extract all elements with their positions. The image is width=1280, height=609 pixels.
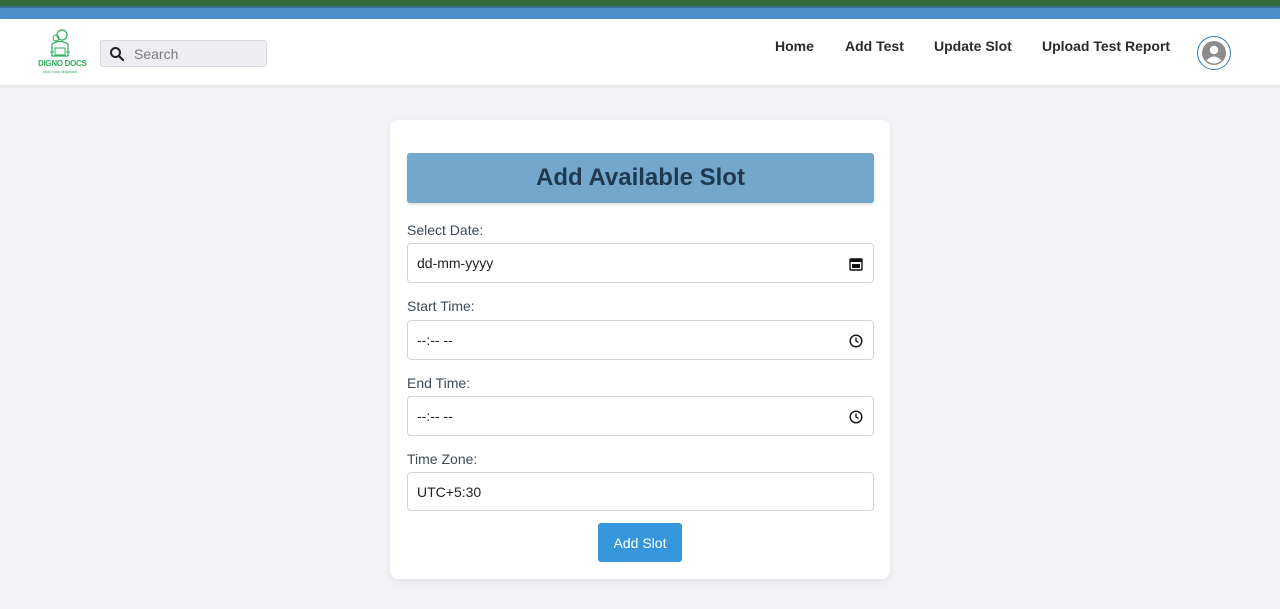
search-box[interactable] bbox=[100, 40, 267, 67]
date-field[interactable]: dd-mm-yyyy bbox=[407, 243, 874, 283]
add-slot-form-card: Add Available Slot Select Date: dd-mm-yy… bbox=[390, 120, 890, 579]
form-title: Add Available Slot bbox=[536, 164, 745, 191]
nav-item-add-test[interactable]: Add Test bbox=[845, 38, 904, 54]
time-zone-value: UTC+5:30 bbox=[417, 484, 482, 500]
top-accent-divider bbox=[0, 6, 1280, 8]
user-circle-icon bbox=[1202, 41, 1226, 65]
end-time-value: --:-- -- bbox=[417, 408, 453, 424]
end-time-field[interactable]: --:-- -- bbox=[407, 396, 874, 436]
nav-item-home[interactable]: Home bbox=[775, 38, 814, 54]
clock-icon[interactable] bbox=[849, 334, 863, 348]
search-icon bbox=[110, 47, 125, 62]
brand-logo[interactable]: DIGNO DOCS click book diagnose bbox=[38, 28, 87, 78]
search-input[interactable] bbox=[134, 44, 262, 64]
start-time-field[interactable]: --:-- -- bbox=[407, 320, 874, 360]
select-date-label: Select Date: bbox=[407, 222, 484, 238]
logo-icon bbox=[50, 29, 70, 57]
date-value: dd-mm-yyyy bbox=[417, 255, 494, 271]
start-time-value: --:-- -- bbox=[417, 332, 453, 348]
start-time-label: Start Time: bbox=[407, 298, 475, 314]
nav-item-update-slot[interactable]: Update Slot bbox=[934, 38, 1012, 54]
add-slot-button[interactable]: Add Slot bbox=[598, 523, 682, 562]
form-header: Add Available Slot bbox=[407, 153, 874, 203]
time-zone-field[interactable]: UTC+5:30 bbox=[407, 472, 874, 511]
brand-name: DIGNO DOCS bbox=[38, 59, 87, 68]
navbar: DIGNO DOCS click book diagnose Home Add … bbox=[0, 19, 1280, 86]
profile-avatar[interactable] bbox=[1197, 36, 1231, 70]
nav-item-upload-test-report[interactable]: Upload Test Report bbox=[1042, 38, 1170, 54]
clock-icon[interactable] bbox=[849, 410, 863, 424]
brand-tagline: click book diagnose bbox=[42, 69, 78, 74]
calendar-icon[interactable] bbox=[849, 257, 863, 271]
time-zone-label: Time Zone: bbox=[407, 451, 478, 467]
end-time-label: End Time: bbox=[407, 375, 471, 391]
